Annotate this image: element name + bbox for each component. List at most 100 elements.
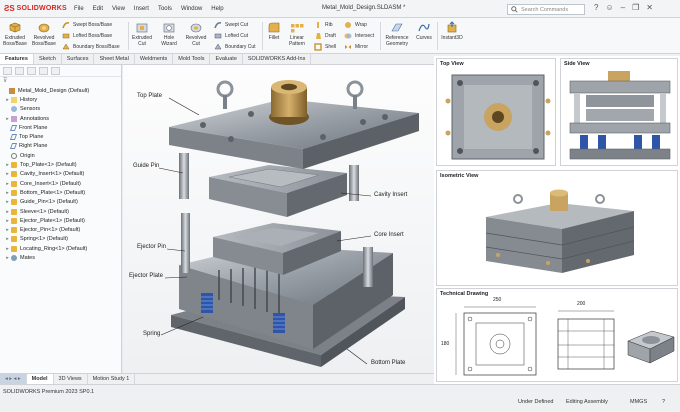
expand-arrow-icon[interactable]: ▸ (4, 181, 11, 187)
tab-add-ins[interactable]: SOLIDWORKS Add-Ins (243, 54, 312, 64)
tree-item[interactable]: Sensors (0, 105, 121, 114)
expand-arrow-icon[interactable]: ▸ (4, 116, 11, 122)
tree-item[interactable]: ▸ Sleeve<1> (Default) (0, 207, 121, 216)
menu-file[interactable]: File (74, 6, 84, 12)
expand-arrow-icon[interactable]: ▸ (4, 236, 11, 242)
side-view-panel[interactable]: Side View (560, 58, 678, 166)
tree-item[interactable]: ▸ Annotations (0, 114, 121, 123)
tab-3d-views[interactable]: 3D Views (54, 374, 88, 384)
tab-weldments[interactable]: Weldments (135, 54, 174, 64)
boundary-cut-label: Boundary Cut (225, 44, 256, 50)
tree-item[interactable]: Front Plane (0, 123, 121, 132)
units-status[interactable]: MMGS (630, 399, 647, 405)
tree-item[interactable]: ▸ Core_Insert<1> (Default) (0, 179, 121, 188)
tree-item[interactable]: Metal_Mold_Design (Default) (0, 86, 121, 95)
isometric-view-panel[interactable]: Isometric View (436, 170, 678, 286)
minimize-icon[interactable]: – (621, 3, 625, 12)
mirror-button[interactable]: Mirror (344, 43, 368, 51)
instant3d-button[interactable]: Instant3D (440, 21, 464, 41)
fillet-button[interactable]: Fillet (264, 21, 284, 41)
hole-wizard-button[interactable]: Hole Wizard (157, 21, 181, 47)
intersect-icon (344, 33, 352, 39)
expand-arrow-icon[interactable]: ▸ (4, 209, 11, 215)
tab-evaluate[interactable]: Evaluate (210, 54, 243, 64)
expand-arrow-icon[interactable]: ▸ (4, 171, 11, 177)
tab-surfaces[interactable]: Surfaces (62, 54, 95, 64)
expand-arrow-icon[interactable]: ▸ (4, 218, 11, 224)
rib-button[interactable]: Rib (314, 21, 333, 29)
top-view-panel[interactable]: Top View (436, 58, 556, 166)
expand-arrow-icon[interactable]: ▸ (4, 162, 11, 168)
intersect-button[interactable]: Intersect (344, 32, 374, 40)
expand-arrow-icon[interactable]: ▸ (4, 199, 11, 205)
search-commands[interactable]: Search Commands (507, 4, 585, 15)
expand-arrow-icon[interactable]: ▸ (4, 246, 11, 252)
configuration-manager-icon[interactable] (27, 67, 36, 75)
tab-sheet-metal[interactable]: Sheet Metal (94, 54, 135, 64)
reference-geometry-button[interactable]: Reference Geometry (382, 21, 412, 47)
menu-help[interactable]: Help (211, 6, 223, 12)
display-manager-icon[interactable] (51, 67, 60, 75)
tab-mold-tools[interactable]: Mold Tools (173, 54, 211, 64)
swept-cut-button[interactable]: Swept Cut (214, 21, 248, 29)
solidworks-logo[interactable]: ƧS SOLIDWORKS (0, 4, 72, 13)
help-icon-status[interactable]: ? (662, 399, 665, 405)
menu-view[interactable]: View (112, 6, 125, 12)
lofted-cut-button[interactable]: Lofted Cut (214, 32, 248, 40)
tree-item[interactable]: ▸ Ejector_Plate<1> (Default) (0, 216, 121, 225)
boundary-boss-button[interactable]: Boundary Boss/Base (62, 43, 120, 51)
spring-left[interactable] (201, 293, 213, 313)
extruded-boss-button[interactable]: Extruded Boss/Base (3, 21, 27, 47)
tab-motion-study[interactable]: Motion Study 1 (88, 374, 136, 384)
tree-item[interactable]: Top Plane (0, 132, 121, 141)
menu-edit[interactable]: Edit (93, 6, 103, 12)
filter-icon[interactable]: ⊽ (0, 77, 121, 86)
technical-drawing-panel[interactable]: Technical Drawing 250 180 200 (436, 288, 678, 382)
revolved-boss-button[interactable]: Revolved Boss/Base (31, 21, 57, 47)
graphics-area[interactable]: Top Plate Guide Pin Cavity Insert Core I… (123, 65, 434, 373)
wrap-icon (345, 22, 351, 28)
mold-assembly-render[interactable] (123, 65, 434, 373)
draft-button[interactable]: Draft (314, 32, 336, 40)
menu-window[interactable]: Window (181, 6, 202, 12)
user-icon[interactable]: ☺ (605, 3, 613, 12)
wrap-button[interactable]: Wrap (344, 21, 367, 29)
tree-item[interactable]: Origin (0, 151, 121, 160)
tree-item[interactable]: ▸ Spring<1> (Default) (0, 235, 121, 244)
expand-arrow-icon[interactable]: ▸ (4, 227, 11, 233)
linear-pattern-button[interactable]: Linear Pattern (286, 21, 308, 47)
expand-arrow-icon[interactable]: ▸ (4, 97, 11, 103)
feature-manager-icon[interactable] (3, 67, 12, 75)
tree-item[interactable]: ▸ Cavity_Insert<1> (Default) (0, 170, 121, 179)
boundary-cut-icon (214, 43, 222, 50)
curves-button[interactable]: Curves (414, 21, 434, 41)
menu-tools[interactable]: Tools (158, 6, 172, 12)
tree-item[interactable]: ▸ Top_Plate<1> (Default) (0, 160, 121, 169)
swept-boss-button[interactable]: Swept Boss/Base (62, 21, 112, 29)
tree-item[interactable]: ▸ Ejector_Pin<1> (Default) (0, 225, 121, 234)
expand-arrow-icon[interactable]: ▸ (4, 255, 11, 261)
lofted-boss-button[interactable]: Lofted Boss/Base (62, 32, 112, 40)
tree-item[interactable]: ▸ Bottom_Plate<1> (Default) (0, 188, 121, 197)
menu-insert[interactable]: Insert (134, 6, 149, 12)
revolved-cut-button[interactable]: Revolved Cut (183, 21, 209, 47)
tab-scroll-arrows[interactable]: ◂ ▸ ◂ ▸ (0, 374, 27, 384)
property-manager-icon[interactable] (15, 67, 24, 75)
tab-model[interactable]: Model (26, 374, 54, 384)
extruded-cut-button[interactable]: Extruded Cut (130, 21, 154, 47)
help-icon[interactable]: ? (594, 3, 598, 12)
expand-arrow-icon[interactable]: ▸ (4, 190, 11, 196)
tree-item[interactable]: Right Plane (0, 142, 121, 151)
tree-item[interactable]: ▸ Guide_Pin<1> (Default) (0, 198, 121, 207)
tab-sketch[interactable]: Sketch (34, 54, 62, 64)
tree-item[interactable]: ▸ History (0, 95, 121, 104)
tree-item[interactable]: ▸ Mates (0, 253, 121, 262)
tab-features[interactable]: Features (0, 54, 34, 64)
spring-right[interactable] (273, 313, 285, 333)
tree-item[interactable]: ▸ Locating_Ring<1> (Default) (0, 244, 121, 253)
boundary-cut-button[interactable]: Boundary Cut (214, 43, 256, 51)
shell-button[interactable]: Shell (314, 43, 336, 51)
restore-icon[interactable]: ❐ (632, 3, 639, 12)
dim-xpert-icon[interactable] (39, 67, 48, 75)
close-icon[interactable]: ✕ (646, 3, 653, 12)
